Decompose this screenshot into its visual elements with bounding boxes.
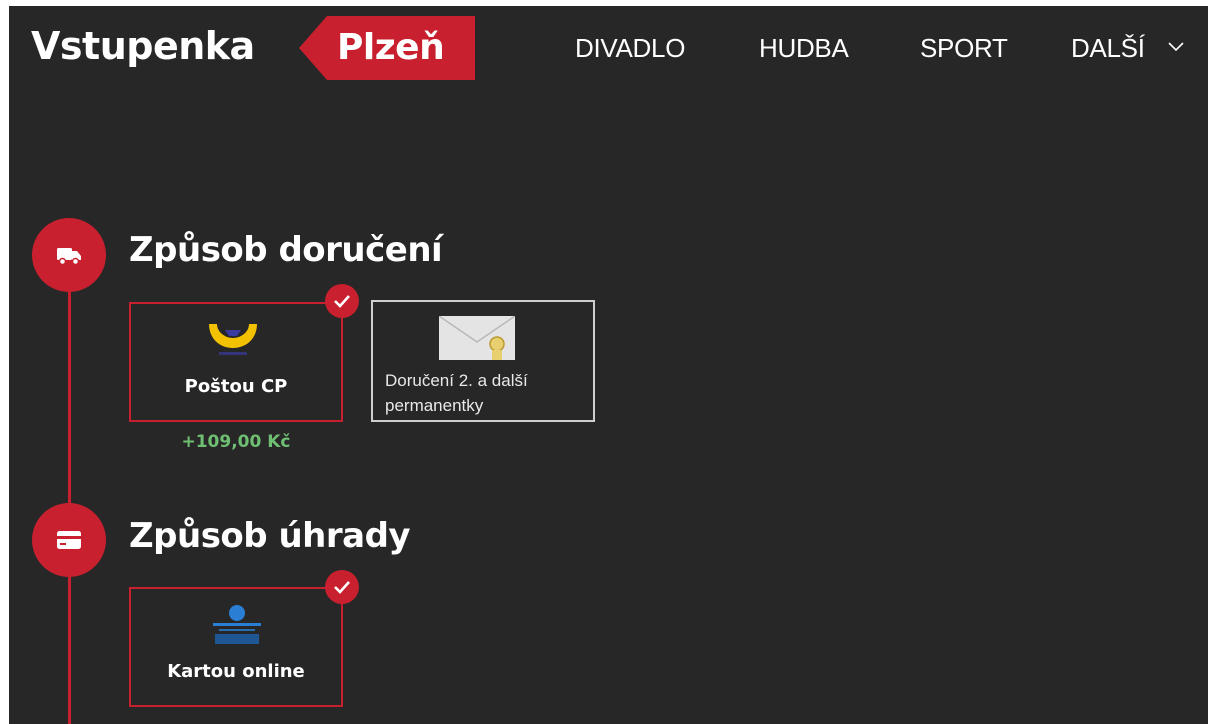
payment-option-card[interactable]: Kartou online: [129, 587, 343, 707]
logo-city-text: Plzeň: [337, 27, 445, 68]
posthorn-icon: [209, 324, 257, 355]
selected-check-icon: [325, 284, 359, 318]
delivery-option-pass[interactable]: Doručení 2. a další permanentky: [371, 300, 595, 422]
credit-card-icon: [57, 531, 81, 549]
page: Vstupenka Plzeň DIVADLO HUDBA SPORT DALŠ…: [9, 6, 1208, 724]
nav-divadlo[interactable]: DIVADLO: [575, 30, 685, 66]
delivery-step-marker: [32, 218, 106, 292]
nav-hudba[interactable]: HUDBA: [759, 30, 849, 66]
delivery-option-post-label: Poštou CP: [184, 376, 288, 397]
logo-city-flag[interactable]: Plzeň: [299, 16, 475, 80]
nav-dalsi[interactable]: DALŠÍ: [1071, 30, 1145, 66]
payment-step-marker: [32, 503, 106, 577]
delivery-option-post-price: +109,00 Kč: [181, 432, 291, 452]
delivery-option-post[interactable]: Poštou CP: [129, 302, 343, 422]
timeline-line: [68, 276, 71, 724]
truck-icon: [57, 248, 81, 266]
selected-check-icon: [325, 570, 359, 604]
nav-sport[interactable]: SPORT: [920, 30, 1008, 66]
payment-option-card-label: Kartou online: [167, 661, 305, 682]
payment-title: Způsob úhrady: [129, 516, 411, 556]
csob-logo-icon: [213, 605, 261, 644]
delivery-option-pass-label: Doručení 2. a další permanentky: [385, 371, 528, 415]
logo-text[interactable]: Vstupenka: [31, 18, 255, 74]
delivery-title: Způsob doručení: [129, 230, 443, 270]
chevron-down-icon[interactable]: [1167, 40, 1185, 54]
envelope-icon: [439, 316, 515, 360]
